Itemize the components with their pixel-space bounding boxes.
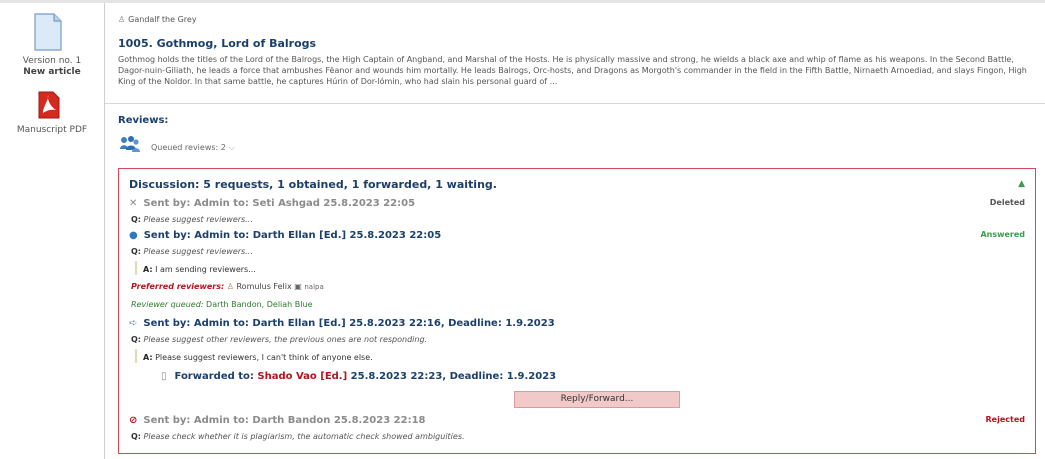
preferred-reviewers-label: Preferred reviewers: <box>131 282 225 291</box>
forwarded-line[interactable]: ▯ Forwarded to: Shado Vao [Ed.] 25.8.2023… <box>161 371 556 382</box>
question-line: Q: Please suggest reviewers... <box>131 215 253 224</box>
q-prefix: Q: <box>131 215 141 224</box>
status-badge: Answered <box>980 230 1025 239</box>
divider <box>105 103 1045 104</box>
answer-line: A: Please suggest reviewers, I can't thi… <box>143 353 373 362</box>
answer-text: Please suggest reviewers, I can't think … <box>155 353 373 362</box>
queued-reviews-toggle[interactable]: Queued reviews: 2 ⌵ <box>151 143 235 153</box>
forward-recipient: Shado Vao [Ed.] <box>257 371 348 382</box>
collapse-up-icon[interactable]: ▲ <box>1018 179 1025 189</box>
sent-text: Sent by: Admin to: Seti Ashgad 25.8.2023… <box>143 198 416 209</box>
article-panel: ♙ Gandalf the Grey 1005. Gothmog, Lord of… <box>105 3 1045 459</box>
rejected-icon: ⊘ <box>129 415 138 426</box>
person-icon: ♙ <box>226 282 234 291</box>
reviewer-queued-label: Reviewer queued: <box>131 300 204 309</box>
email-icon: ▣ <box>294 282 302 291</box>
sent-text: Sent by: Admin to: Darth Ellan [Ed.] 25.… <box>143 318 555 329</box>
forward-prefix: Forwarded to: <box>174 371 254 382</box>
user-icon: ♙ <box>118 15 126 24</box>
document-icon[interactable] <box>33 13 63 51</box>
question-text: Please check whether it is plagiarism, t… <box>143 432 465 441</box>
forward-arrow-icon: ➪ <box>129 318 138 329</box>
reviewer-queued-line: Reviewer queued: Darth Bandon, Deliah Bl… <box>131 300 312 309</box>
author-name[interactable]: Gandalf the Grey <box>128 15 196 24</box>
reviewer-queued-names: Darth Bandon, Deliah Blue <box>206 300 313 309</box>
article-abstract: Gothmog holds the titles of the Lord of … <box>118 55 1027 86</box>
a-prefix: A: <box>143 353 153 362</box>
forward-details: 25.8.2023 22:23, Deadline: 1.9.2023 <box>350 371 557 382</box>
preferred-reviewers-line: Preferred reviewers: ♙ Romulus Felix ▣ n… <box>131 282 324 291</box>
info-icon: ● <box>129 230 138 241</box>
q-prefix: Q: <box>131 432 141 441</box>
new-article-label: New article <box>23 67 81 77</box>
reviewers-icon <box>120 136 140 152</box>
version-label[interactable]: Version no. 1 <box>0 56 104 66</box>
preferred-reviewer-extra: nalpa <box>304 283 324 291</box>
manuscript-pdf-link[interactable]: Manuscript PDF <box>0 125 104 135</box>
answer-text: I am sending reviewers... <box>155 265 256 274</box>
status-badge: Deleted <box>989 198 1025 207</box>
question-line: Q: Please check whether it is plagiarism… <box>131 432 465 441</box>
a-prefix: A: <box>143 265 153 274</box>
answer-bar <box>135 261 137 275</box>
answer-line: A: I am sending reviewers... <box>143 265 256 274</box>
question-text: Please suggest reviewers... <box>143 215 253 224</box>
q-prefix: Q: <box>131 335 141 344</box>
question-text: Please suggest reviewers... <box>143 247 253 256</box>
queued-reviews-label: Queued reviews: 2 <box>151 143 226 152</box>
sent-text: Sent by: Admin to: Darth Ellan [Ed.] 25.… <box>143 230 442 241</box>
pdf-icon[interactable] <box>36 91 62 119</box>
request-sent-line[interactable]: ➪ Sent by: Admin to: Darth Ellan [Ed.] 25… <box>129 318 555 329</box>
request-sent-line[interactable]: ⊘ Sent by: Admin to: Darth Bandon 25.8.20… <box>129 415 426 426</box>
preferred-reviewer-name[interactable]: Romulus Felix <box>236 282 291 291</box>
article-title[interactable]: 1005. Gothmog, Lord of Balrogs <box>118 37 316 50</box>
status-badge: Rejected <box>985 415 1025 424</box>
request-sent-line[interactable]: ● Sent by: Admin to: Darth Ellan [Ed.] 25… <box>129 230 441 241</box>
answer-bar <box>135 349 137 363</box>
chevron-down-icon: ⌵ <box>228 143 235 152</box>
q-prefix: Q: <box>131 247 141 256</box>
reply-forward-button[interactable]: Reply/Forward... <box>514 391 680 408</box>
discussion-heading: Discussion: 5 requests, 1 obtained, 1 fo… <box>129 178 497 191</box>
question-line: Q: Please suggest reviewers... <box>131 247 253 256</box>
delete-x-icon: ✕ <box>129 198 138 209</box>
forwarded-icon: ▯ <box>161 371 167 382</box>
request-sent-line[interactable]: ✕ Sent by: Admin to: Seti Ashgad 25.8.202… <box>129 198 415 209</box>
question-line: Q: Please suggest other reviewers, the p… <box>131 335 427 344</box>
version-sidebar: Version no. 1 New article Manuscript PDF <box>0 3 105 459</box>
discussion-box: Discussion: 5 requests, 1 obtained, 1 fo… <box>118 168 1036 454</box>
sent-text: Sent by: Admin to: Darth Bandon 25.8.202… <box>143 415 426 426</box>
reviews-heading: Reviews: <box>118 115 169 126</box>
author-line: ♙ Gandalf the Grey <box>118 15 197 24</box>
question-text: Please suggest other reviewers, the prev… <box>143 335 428 344</box>
